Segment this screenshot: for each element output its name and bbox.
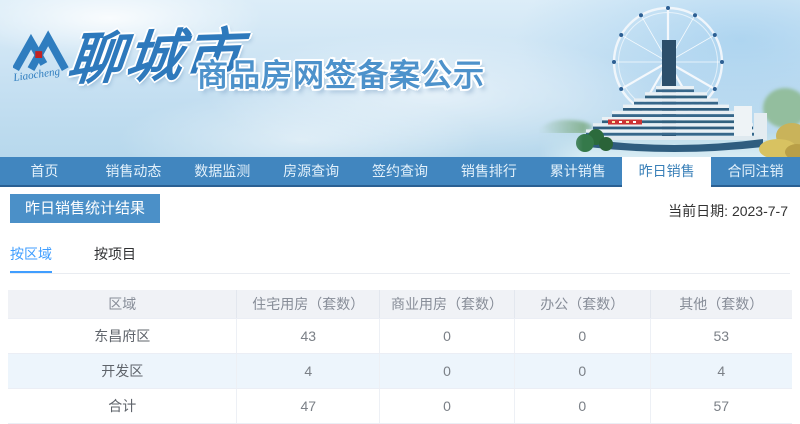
cell-other: 57 <box>650 388 792 424</box>
nav-item-signing-query[interactable]: 签约查询 <box>356 157 445 187</box>
nav-item-yesterday-sales[interactable]: 昨日销售 <box>622 157 712 187</box>
nav-item-contract-cancellation[interactable]: 合同注销 <box>711 157 800 187</box>
table-row-kaifaqu: 开发区 4 0 0 4 <box>8 353 792 389</box>
table-row-total: 合计 47 0 0 57 <box>8 388 792 424</box>
cell-region: 开发区 <box>8 353 238 389</box>
liaocheng-logo-icon: Liaocheng <box>13 30 69 84</box>
cell-other: 4 <box>650 353 792 389</box>
cell-residential: 47 <box>236 388 381 424</box>
current-date-label: 当前日期: 2023-7-7 <box>668 203 788 219</box>
site-banner: Liaocheng 聊城市 商品房网签备案公示 <box>0 0 800 157</box>
header-region: 区域 <box>8 290 238 319</box>
section-title-badge: 昨日销售统计结果 <box>10 194 161 223</box>
cell-residential: 4 <box>236 353 381 389</box>
nav-item-housing-query[interactable]: 房源查询 <box>267 157 356 187</box>
main-nav: 首页 销售动态 数据监测 房源查询 签约查询 销售排行 累计销售 昨日销售 合同… <box>0 157 800 187</box>
table-header-row: 区域 住宅用房（套数） 商业用房（套数） 办公（套数） 其他（套数） <box>8 290 792 319</box>
cell-region: 东昌府区 <box>8 318 238 354</box>
cell-residential: 43 <box>236 318 381 354</box>
table-row-dongchangfu: 东昌府区 43 0 0 53 <box>8 318 792 354</box>
cell-commercial: 0 <box>379 318 515 354</box>
cell-office: 0 <box>514 353 651 389</box>
nav-item-sales-dynamics[interactable]: 销售动态 <box>89 157 178 187</box>
tab-by-project[interactable]: 按项目 <box>94 236 136 273</box>
header-other: 其他（套数） <box>650 290 792 319</box>
tab-by-region[interactable]: 按区域 <box>10 236 52 273</box>
nav-item-sales-ranking[interactable]: 销售排行 <box>444 157 533 187</box>
banner-title: 商品房网签备案公示 <box>197 58 485 93</box>
header-commercial: 商业用房（套数） <box>379 290 515 319</box>
cell-office: 0 <box>514 388 651 424</box>
cell-other: 53 <box>650 318 792 354</box>
nav-item-home[interactable]: 首页 <box>0 157 89 187</box>
content-header: 昨日销售统计结果 当前日期: 2023-7-7 <box>8 194 792 224</box>
cell-commercial: 0 <box>379 353 515 389</box>
header-office: 办公（套数） <box>514 290 651 319</box>
cell-region: 合计 <box>8 388 238 424</box>
view-tabs: 按区域 按项目 <box>10 236 790 274</box>
cell-commercial: 0 <box>379 388 515 424</box>
nav-item-data-monitoring[interactable]: 数据监测 <box>178 157 267 187</box>
sales-stats-table: 区域 住宅用房（套数） 商业用房（套数） 办公（套数） 其他（套数） 东昌府区 … <box>8 290 792 424</box>
main-content: 昨日销售统计结果 当前日期: 2023-7-7 按区域 按项目 区域 住宅用房（… <box>0 187 800 424</box>
nav-item-cumulative-sales[interactable]: 累计销售 <box>533 157 622 187</box>
ferris-wheel-building-illustration <box>538 6 800 157</box>
cell-office: 0 <box>514 318 651 354</box>
header-residential: 住宅用房（套数） <box>236 290 381 319</box>
